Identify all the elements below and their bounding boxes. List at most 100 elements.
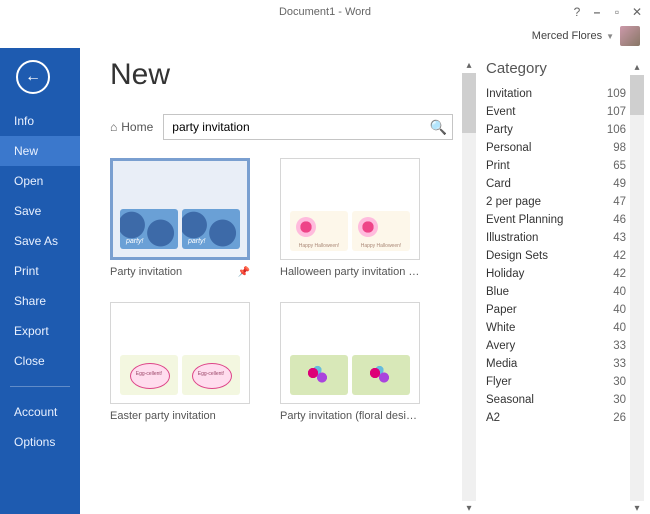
breadcrumb-home[interactable]: ⌂ Home — [110, 120, 153, 134]
category-row[interactable]: Event107 — [486, 103, 628, 121]
category-name: Holiday — [486, 268, 524, 280]
search-icon: 🔍 — [430, 119, 447, 135]
search-input[interactable] — [164, 115, 424, 139]
sidebar-item-info[interactable]: Info — [0, 106, 80, 136]
category-name: Illustration — [486, 232, 538, 244]
category-name: Seasonal — [486, 394, 534, 406]
category-row[interactable]: 2 per page47 — [486, 193, 628, 211]
category-row[interactable]: Avery 33 — [486, 337, 628, 355]
category-name: A2 — [486, 412, 500, 424]
template-item[interactable]: Easter party invitation — [110, 302, 250, 422]
user-name[interactable]: Merced Flores — [532, 30, 602, 42]
window-titlebar: Document1 - Word ? – ▫ ✕ — [0, 0, 650, 24]
scroll-track[interactable] — [462, 73, 476, 501]
category-count: 33 — [613, 340, 626, 352]
templates-scrollbar[interactable]: ▴ ▾ — [460, 58, 478, 514]
category-row[interactable]: Event Planning 46 — [486, 211, 628, 229]
scroll-thumb[interactable] — [462, 73, 476, 133]
template-label: Easter party invitation — [110, 410, 250, 422]
template-card-preview — [120, 355, 178, 395]
category-row[interactable]: Illustration43 — [486, 229, 628, 247]
scroll-track[interactable] — [630, 75, 644, 501]
user-avatar[interactable] — [620, 26, 640, 46]
category-row[interactable]: Card 49 — [486, 175, 628, 193]
category-heading: Category — [486, 60, 628, 77]
category-row[interactable]: Personal 98 — [486, 139, 628, 157]
category-name: Media — [486, 358, 517, 370]
category-row[interactable]: Seasonal 30 — [486, 391, 628, 409]
category-row[interactable]: White40 — [486, 319, 628, 337]
category-name: Paper — [486, 304, 517, 316]
sidebar-item-share[interactable]: Share — [0, 286, 80, 316]
category-count: 42 — [613, 268, 626, 280]
pin-icon[interactable]: 📌 — [238, 267, 250, 278]
scroll-thumb[interactable] — [630, 75, 644, 115]
category-row[interactable]: Print65 — [486, 157, 628, 175]
template-item[interactable]: Party invitation 📌 — [110, 158, 250, 278]
category-name: Avery — [486, 340, 515, 352]
template-item[interactable]: Party invitation (floral design) — [280, 302, 420, 422]
category-name: Card — [486, 178, 511, 190]
category-count: 40 — [613, 322, 626, 334]
sidebar-item-account[interactable]: Account — [0, 397, 80, 427]
scroll-up-icon[interactable]: ▴ — [466, 60, 471, 71]
sidebar-item-save-as[interactable]: Save As — [0, 226, 80, 256]
template-card-preview — [290, 355, 348, 395]
category-row[interactable]: Paper 40 — [486, 301, 628, 319]
template-name: Party invitation (floral design) — [280, 410, 420, 422]
breadcrumb-home-label: Home — [121, 120, 153, 134]
sidebar-item-print[interactable]: Print — [0, 256, 80, 286]
category-row[interactable]: Media 33 — [486, 355, 628, 373]
category-list: Invitation109Event107Party106Personal98P… — [486, 85, 628, 427]
template-search-box: 🔍 — [163, 114, 453, 140]
scroll-up-icon[interactable]: ▴ — [634, 62, 639, 73]
template-name: Party invitation — [110, 266, 182, 278]
category-count: 46 — [613, 214, 626, 226]
category-row[interactable]: Holiday 42 — [486, 265, 628, 283]
sidebar-item-close[interactable]: Close — [0, 346, 80, 376]
category-count: 49 — [613, 178, 626, 190]
restore-icon[interactable]: ▫ — [610, 5, 624, 19]
category-count: 30 — [613, 394, 626, 406]
category-name: Party — [486, 124, 513, 136]
template-label: Halloween party invitation (2 per page) — [280, 266, 420, 278]
category-scrollbar[interactable]: ▴ ▾ — [628, 60, 646, 514]
category-name: Personal — [486, 142, 531, 154]
category-count: 30 — [613, 376, 626, 388]
help-icon[interactable]: ? — [570, 5, 584, 19]
scroll-down-icon[interactable]: ▾ — [466, 503, 471, 514]
sidebar-item-save[interactable]: Save — [0, 196, 80, 226]
template-name: Halloween party invitation (2 per page) — [280, 266, 420, 278]
template-label: Party invitation 📌 — [110, 266, 250, 278]
category-count: 47 — [613, 196, 626, 208]
category-count: 40 — [613, 304, 626, 316]
category-row[interactable]: Design Sets42 — [486, 247, 628, 265]
category-count: 65 — [613, 160, 626, 172]
user-menu-caret-icon[interactable]: ▼ — [606, 32, 614, 41]
category-name: Event Planning — [486, 214, 563, 226]
category-count: 98 — [613, 142, 626, 154]
category-count: 33 — [613, 358, 626, 370]
user-bar: Merced Flores ▼ — [0, 24, 650, 48]
close-icon[interactable]: ✕ — [630, 5, 644, 19]
template-item[interactable]: Halloween party invitation (2 per page) — [280, 158, 420, 278]
template-card-preview — [352, 355, 410, 395]
category-row[interactable]: A226 — [486, 409, 628, 427]
sidebar-item-new[interactable]: New — [0, 136, 80, 166]
template-card-preview — [182, 355, 240, 395]
scroll-down-icon[interactable]: ▾ — [634, 503, 639, 514]
category-row[interactable]: Invitation109 — [486, 85, 628, 103]
sidebar-item-open[interactable]: Open — [0, 166, 80, 196]
search-button[interactable]: 🔍 — [424, 119, 452, 136]
minimize-icon[interactable]: – — [590, 5, 604, 19]
category-count: 109 — [607, 88, 626, 100]
template-card-preview — [120, 209, 178, 249]
sidebar-item-export[interactable]: Export — [0, 316, 80, 346]
back-button[interactable]: ← — [16, 60, 50, 94]
sidebar-item-options[interactable]: Options — [0, 427, 80, 457]
category-row[interactable]: Party106 — [486, 121, 628, 139]
template-card-preview — [182, 209, 240, 249]
category-row[interactable]: Blue40 — [486, 283, 628, 301]
window-title: Document1 - Word — [279, 6, 371, 18]
category-row[interactable]: Flyer30 — [486, 373, 628, 391]
